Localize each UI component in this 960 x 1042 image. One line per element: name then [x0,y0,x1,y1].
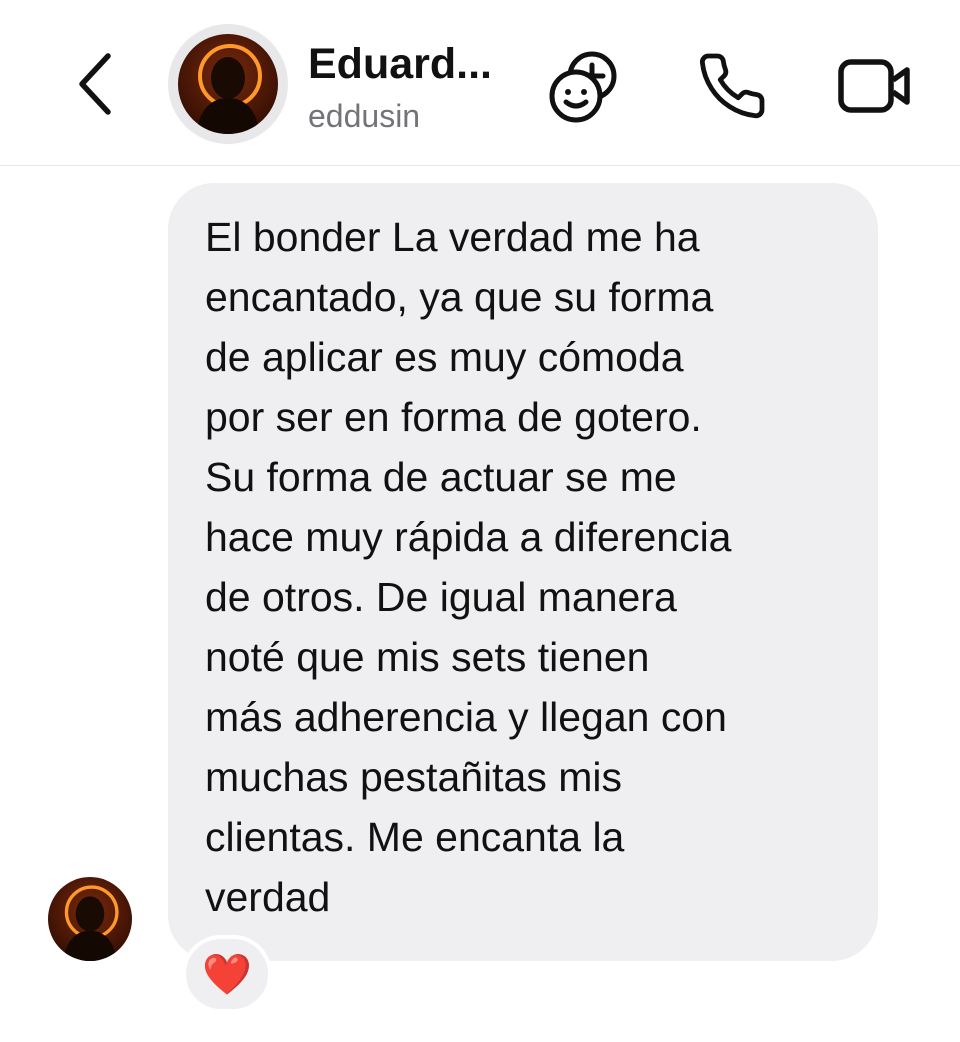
call-button[interactable] [690,46,774,126]
video-camera-icon [838,59,910,113]
avatar-image [48,877,132,961]
message-bubble[interactable]: El bonder La verdad me ha encantado, ya … [168,183,878,961]
contact-name[interactable]: Eduard... [308,38,492,90]
sender-avatar[interactable] [48,877,132,961]
heart-reaction[interactable]: ❤️ [182,935,272,1013]
add-people-button[interactable] [544,46,628,126]
message-text: El bonder La verdad me ha encantado, ya … [205,214,732,920]
video-call-button[interactable] [832,46,916,126]
heart-icon: ❤️ [202,952,252,997]
phone-icon [699,53,765,119]
avatar-image [178,34,278,134]
add-people-icon [549,51,617,123]
back-button[interactable] [60,46,130,122]
contact-avatar[interactable] [168,24,288,144]
contact-handle[interactable]: eddusin [308,96,420,136]
chat-header: Eduard... eddusin [0,0,960,166]
chevron-left-icon [79,53,111,115]
